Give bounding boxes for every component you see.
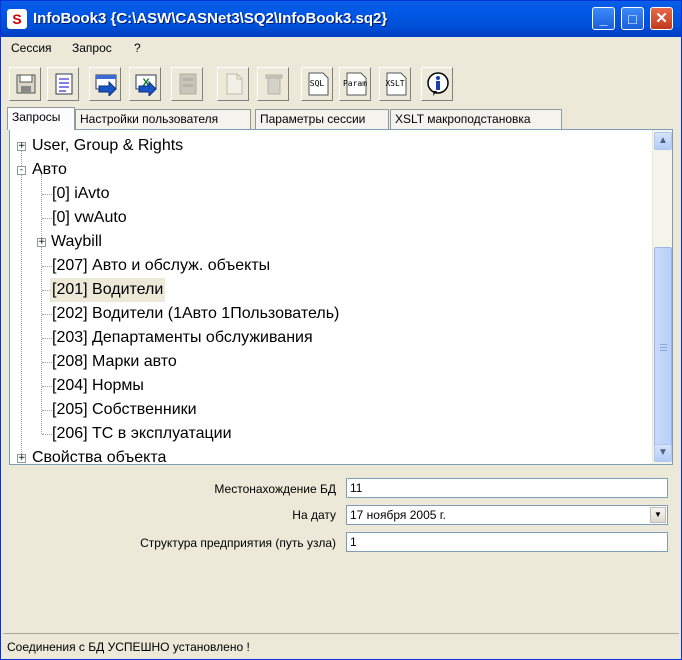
- expand-plus-icon[interactable]: +: [17, 142, 26, 151]
- tree-connector: [42, 338, 52, 339]
- scroll-thumb[interactable]: [654, 247, 672, 447]
- scroll-down-icon[interactable]: ▼: [654, 444, 672, 462]
- sql-button[interactable]: SQL: [301, 67, 333, 101]
- save-icon: [16, 74, 36, 94]
- scroll-grip-line: [660, 344, 667, 345]
- date-value: 17 ноября 2005 г.: [350, 508, 446, 522]
- export-button[interactable]: [89, 67, 121, 101]
- trash-icon: [265, 74, 283, 95]
- tree-connector: [42, 410, 52, 411]
- tree-connector: [42, 314, 52, 315]
- tree-node[interactable]: [0] vwAuto: [52, 206, 127, 230]
- tree-node[interactable]: [208] Марки авто: [52, 350, 177, 374]
- save-button[interactable]: [9, 67, 41, 101]
- info-icon: [427, 72, 449, 96]
- maximize-button[interactable]: □: [621, 7, 644, 30]
- new-document-button[interactable]: [217, 67, 249, 101]
- tab-user-settings[interactable]: Настройки пользователя: [75, 109, 251, 129]
- xslt-label: XSLT: [385, 79, 405, 88]
- toolbar: X SQL Param XSLT: [1, 63, 681, 105]
- tree-connector: [42, 386, 52, 387]
- db-location-label: Местонахождение БД: [214, 482, 336, 496]
- tab-xslt-macro[interactable]: XSLT макроподстановка: [390, 109, 562, 129]
- tree-connector: [42, 362, 52, 363]
- tree-node[interactable]: [202] Водители (1Авто 1Пользователь): [52, 302, 339, 326]
- structure-label: Структура предприятия (путь узла): [140, 536, 336, 550]
- info-button[interactable]: [421, 67, 453, 101]
- document-list-icon: [55, 73, 73, 95]
- date-label: На дату: [292, 508, 336, 522]
- menu-session[interactable]: Сессия: [11, 41, 52, 55]
- app-icon: S: [7, 9, 27, 29]
- param-button[interactable]: Param: [339, 67, 371, 101]
- excel-export-button[interactable]: X: [129, 67, 161, 101]
- report-icon: [179, 73, 197, 95]
- expand-plus-icon[interactable]: +: [17, 454, 26, 463]
- xslt-button[interactable]: XSLT: [379, 67, 411, 101]
- tree-scrollbar[interactable]: ▲ ▼: [652, 130, 672, 464]
- status-bar: Соединения с БД УСПЕШНО установлено !: [3, 633, 679, 658]
- window-title: InfoBook3 {C:\ASW\CASNet3\SQ2\InfoBook3.…: [33, 10, 388, 27]
- tree-node-user-group-rights[interactable]: User, Group & Rights: [32, 134, 183, 158]
- scroll-grip-line: [660, 350, 667, 351]
- param-label: Param: [342, 79, 368, 88]
- tree-connector: [42, 266, 52, 267]
- tree-node[interactable]: [205] Собственники: [52, 398, 197, 422]
- close-button[interactable]: ✕: [650, 7, 673, 30]
- tree-connector: [21, 150, 22, 458]
- title-bar[interactable]: S InfoBook3 {C:\ASW\CASNet3\SQ2\InfoBook…: [1, 1, 681, 37]
- tree-node[interactable]: [204] Нормы: [52, 374, 144, 398]
- tree-connector: [41, 174, 42, 434]
- tree-connector: [42, 194, 52, 195]
- new-document-icon: [226, 73, 243, 95]
- main-window: S InfoBook3 {C:\ASW\CASNet3\SQ2\InfoBook…: [0, 0, 682, 660]
- tab-queries[interactable]: Запросы: [7, 107, 75, 130]
- tree-node-object-properties[interactable]: Свойства объекта: [32, 446, 166, 464]
- delete-button[interactable]: [257, 67, 289, 101]
- tree-node[interactable]: [203] Департаменты обслуживания: [52, 326, 313, 350]
- tree-connector: [42, 218, 52, 219]
- report-button[interactable]: [171, 67, 203, 101]
- open-query-button[interactable]: [47, 67, 79, 101]
- menu-query[interactable]: Запрос: [72, 41, 112, 55]
- tree-node[interactable]: [206] ТС в эксплуатации: [52, 422, 232, 446]
- chevron-down-icon[interactable]: ▼: [650, 507, 666, 523]
- db-location-field[interactable]: 11: [346, 478, 668, 498]
- menu-help[interactable]: ?: [134, 41, 141, 55]
- minimize-button[interactable]: _: [592, 7, 615, 30]
- tree-node[interactable]: [207] Авто и обслуж. объекты: [52, 254, 270, 278]
- query-tree[interactable]: + - + + User, Group & Rights Авто [0] iA…: [9, 129, 673, 465]
- expand-plus-icon[interactable]: +: [37, 238, 46, 247]
- tree-node[interactable]: [0] iAvto: [52, 182, 110, 206]
- date-select[interactable]: 17 ноября 2005 г. ▼: [346, 505, 668, 525]
- scroll-up-icon[interactable]: ▲: [654, 132, 672, 150]
- tree-node-avto[interactable]: Авто: [32, 158, 67, 182]
- structure-field[interactable]: 1: [346, 532, 668, 552]
- status-text: Соединения с БД УСПЕШНО установлено !: [7, 640, 250, 654]
- export-arrow-icon: [95, 74, 117, 96]
- sql-label: SQL: [309, 79, 325, 88]
- tree-node-selected[interactable]: [201] Водители: [50, 278, 166, 302]
- scroll-grip-line: [660, 347, 667, 348]
- tree-connector: [42, 434, 52, 435]
- excel-export-icon: X: [135, 74, 157, 96]
- tree-node-waybill[interactable]: Waybill: [51, 230, 102, 254]
- menu-bar: Сессия Запрос ?: [1, 37, 681, 59]
- collapse-minus-icon[interactable]: -: [17, 166, 26, 175]
- tab-session-params[interactable]: Параметры сессии: [255, 109, 389, 129]
